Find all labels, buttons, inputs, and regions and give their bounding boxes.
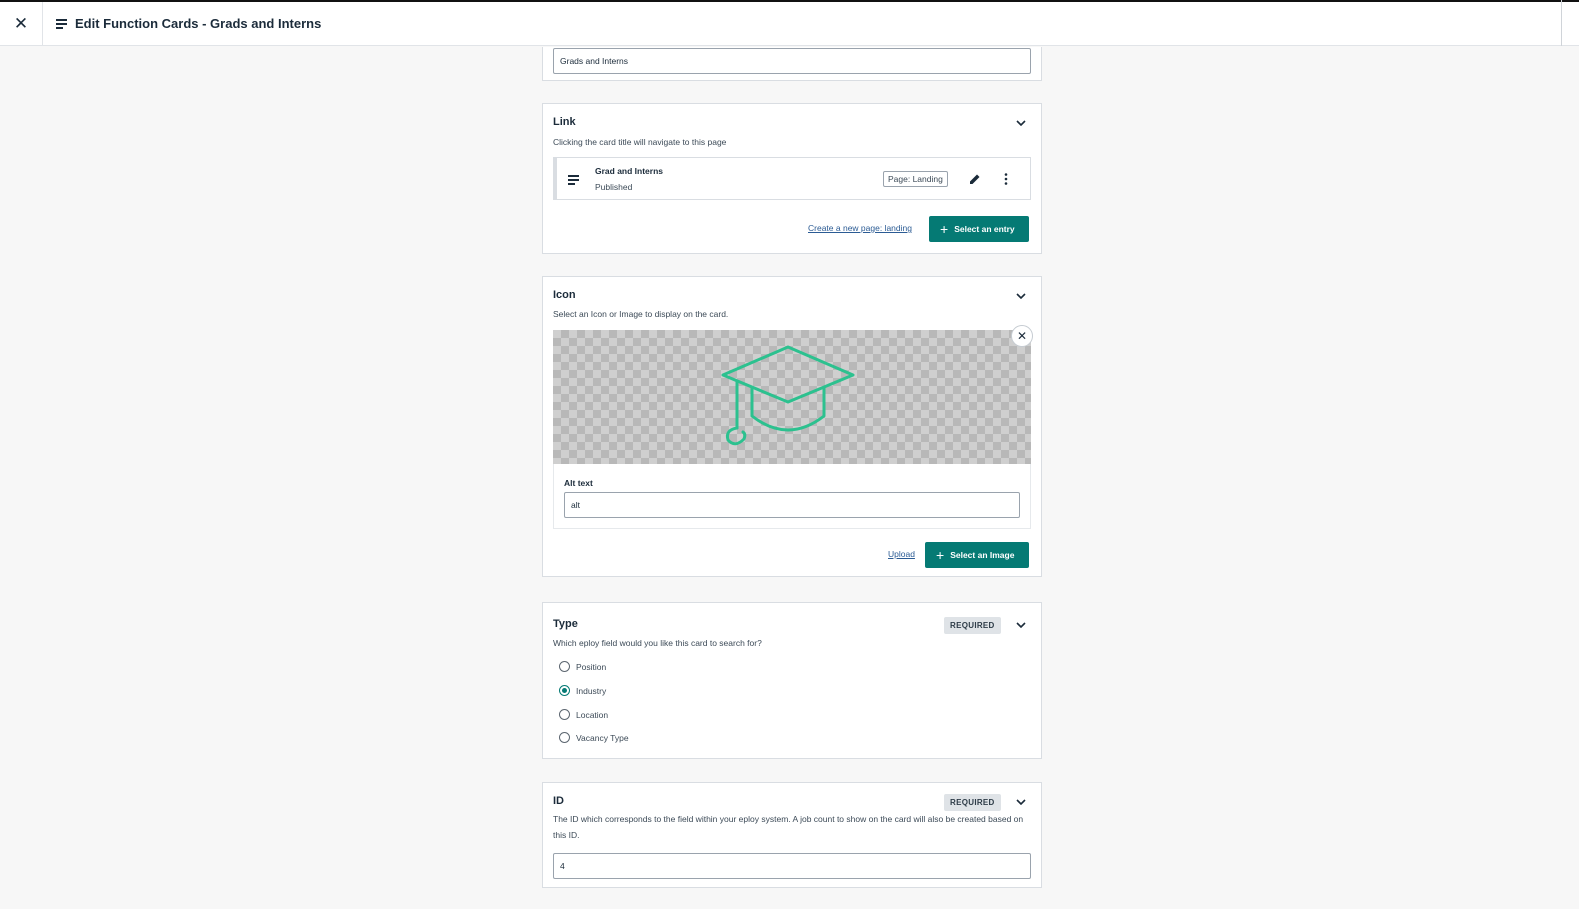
link-card: Link Clicking the card title will naviga… bbox=[542, 103, 1042, 254]
required-badge: REQUIRED bbox=[944, 794, 1001, 811]
alt-text-input[interactable]: alt bbox=[564, 492, 1020, 518]
editor-page: Grads and Interns Link Clicking the card… bbox=[0, 47, 1579, 909]
name-input[interactable]: Grads and Interns bbox=[553, 48, 1031, 74]
chevron-down-icon[interactable] bbox=[1015, 619, 1027, 631]
alt-text-label: Alt text bbox=[564, 478, 593, 488]
chevron-down-icon[interactable] bbox=[1015, 290, 1027, 302]
id-input[interactable]: 4 bbox=[553, 853, 1031, 879]
radio-button[interactable] bbox=[559, 661, 570, 672]
close-icon[interactable]: ✕ bbox=[0, 1, 43, 46]
entry-status: Published bbox=[595, 182, 633, 192]
entry-list-icon bbox=[568, 172, 579, 190]
page-title: Edit Function Cards - Grads and Interns bbox=[75, 16, 322, 31]
required-badge: REQUIRED bbox=[944, 617, 1001, 634]
type-title: Type bbox=[553, 618, 578, 630]
radio-option-industry[interactable]: Industry bbox=[559, 685, 606, 696]
remove-image-icon[interactable]: ✕ bbox=[1011, 325, 1033, 347]
radio-label: Position bbox=[576, 661, 607, 672]
select-entry-label: Select an entry bbox=[954, 224, 1015, 234]
icon-help: Select an Icon or Image to display on th… bbox=[553, 309, 729, 319]
image-preview bbox=[553, 330, 1031, 464]
alt-text-panel: Alt text alt bbox=[553, 464, 1031, 529]
radio-label: Location bbox=[576, 709, 609, 720]
radio-option-position[interactable]: Position bbox=[559, 661, 606, 672]
linked-entry-card[interactable]: Grad and Interns Published Page: Landing bbox=[553, 157, 1031, 200]
chevron-down-icon[interactable] bbox=[1015, 796, 1027, 808]
name-field-card: Grads and Interns bbox=[542, 47, 1042, 81]
plus-icon: + bbox=[936, 547, 945, 563]
link-help: Clicking the card title will navigate to… bbox=[553, 137, 727, 147]
more-options-icon[interactable] bbox=[1004, 172, 1008, 190]
graduation-cap-icon bbox=[721, 345, 855, 446]
type-card: Type REQUIRED Which eploy field would yo… bbox=[542, 602, 1042, 759]
radio-button[interactable] bbox=[559, 732, 570, 743]
chevron-down-icon[interactable] bbox=[1015, 117, 1027, 129]
upload-link[interactable]: Upload bbox=[888, 549, 915, 559]
select-image-button[interactable]: + Select an Image bbox=[925, 542, 1029, 568]
divider bbox=[1561, 0, 1562, 46]
create-page-link[interactable]: Create a new page: landing bbox=[808, 223, 912, 233]
content-type-badge: Page: Landing bbox=[883, 171, 948, 187]
top-bar: ✕ Edit Function Cards - Grads and Intern… bbox=[0, 0, 1579, 46]
id-help: The ID which corresponds to the field wi… bbox=[553, 814, 1024, 840]
plus-icon: + bbox=[940, 221, 949, 237]
type-help: Which eploy field would you like this ca… bbox=[553, 638, 762, 648]
radio-button-selected[interactable] bbox=[559, 685, 570, 696]
radio-option-location[interactable]: Location bbox=[559, 709, 608, 720]
icon-card: Icon Select an Icon or Image to display … bbox=[542, 276, 1042, 577]
link-title: Link bbox=[553, 116, 576, 128]
select-entry-button[interactable]: + Select an entry bbox=[929, 216, 1029, 242]
radio-option-vacancy-type[interactable]: Vacancy Type bbox=[559, 732, 629, 743]
entry-name: Grad and Interns bbox=[595, 166, 664, 176]
pencil-icon[interactable] bbox=[969, 172, 981, 190]
radio-button[interactable] bbox=[559, 709, 570, 720]
id-title: ID bbox=[553, 795, 564, 807]
select-image-label: Select an Image bbox=[950, 550, 1015, 560]
radio-label: Vacancy Type bbox=[576, 732, 629, 743]
id-card: ID REQUIRED The ID which corresponds to … bbox=[542, 782, 1042, 888]
entry-list-icon bbox=[56, 18, 67, 29]
icon-title: Icon bbox=[553, 289, 576, 301]
radio-label: Industry bbox=[576, 685, 607, 696]
